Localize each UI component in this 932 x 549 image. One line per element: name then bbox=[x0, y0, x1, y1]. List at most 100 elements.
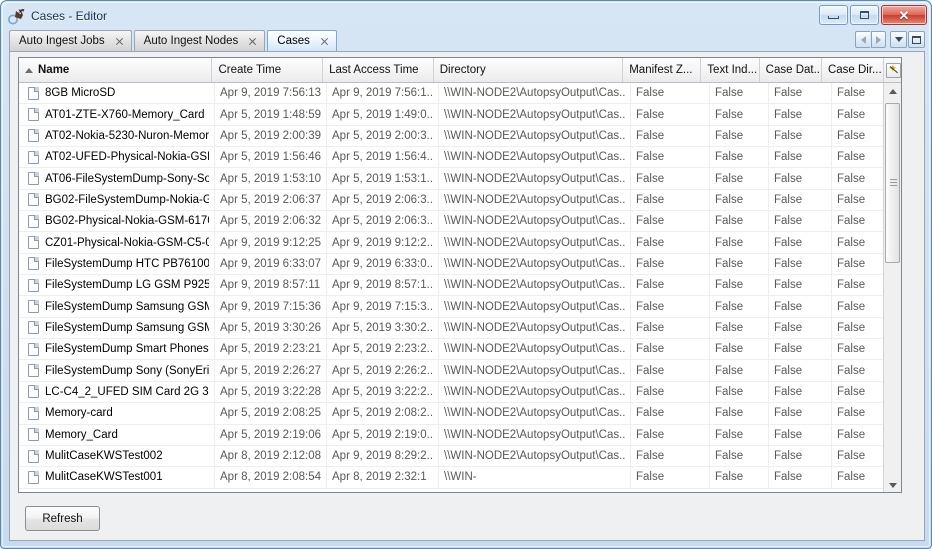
cell-manifest: False bbox=[631, 211, 710, 232]
vertical-scrollbar[interactable] bbox=[883, 83, 901, 493]
cell-text: False bbox=[837, 173, 865, 185]
table-row[interactable]: AT01-ZTE-X760-Memory_CardApr 5, 2019 1:4… bbox=[19, 104, 884, 125]
cell-text: False bbox=[715, 215, 743, 227]
cell-text: False bbox=[774, 471, 802, 483]
table-row[interactable]: FileSystemDump LG GSM P925g CApr 9, 2019… bbox=[19, 275, 884, 296]
table-row[interactable]: FileSystemDump Smart Phones PDApr 5, 201… bbox=[19, 339, 884, 360]
cell-text: False bbox=[715, 130, 743, 142]
scrollbar-thumb[interactable] bbox=[885, 103, 900, 263]
tab-cases[interactable]: Cases bbox=[267, 30, 337, 51]
tab-auto-ingest-jobs[interactable]: Auto Ingest Jobs bbox=[9, 30, 132, 51]
cell-text: MulitCaseKWSTest001 bbox=[45, 471, 163, 483]
cell-text: False bbox=[715, 301, 743, 313]
column-header-case-dir[interactable]: Case Dir... bbox=[822, 58, 884, 82]
cell-text: \\WIN-NODE2\AutopsyOutput\Cas... bbox=[444, 343, 625, 355]
cell-text: Apr 9, 2019 6:33:07... bbox=[220, 258, 321, 270]
cell-text: \\WIN-NODE2\AutopsyOutput\Cas... bbox=[444, 407, 625, 419]
scroll-down-button[interactable] bbox=[884, 477, 901, 493]
cell-text: LC-C4_2_UFED SIM Card 2G 3G S bbox=[45, 386, 209, 398]
cell-text: False bbox=[715, 429, 743, 441]
table-row[interactable]: BG02-FileSystemDump-Nokia-GSMApr 5, 2019… bbox=[19, 190, 884, 211]
chevron-right-icon bbox=[876, 36, 881, 44]
cell-name: AT06-FileSystemDump-Sony-Sony bbox=[19, 168, 215, 189]
column-chooser-button[interactable]: ✦ bbox=[884, 58, 902, 82]
cell-manifest: False bbox=[631, 168, 710, 189]
cell-text: False bbox=[837, 450, 865, 462]
table-row[interactable]: FileSystemDump Samsung GSM GApr 5, 2019 … bbox=[19, 318, 884, 339]
table-row[interactable]: 8GB MicroSDApr 9, 2019 7:56:13...Apr 9, … bbox=[19, 83, 884, 104]
tab-list-dropdown-button[interactable] bbox=[890, 31, 907, 48]
table-row[interactable]: AT02-Nokia-5230-Nuron-Memory_Apr 5, 2019… bbox=[19, 126, 884, 147]
cell-text: \\WIN-NODE2\AutopsyOutput\Cas... bbox=[444, 301, 625, 313]
table-row[interactable]: FileSystemDump Samsung GSM G Apr 9, 2019 … bbox=[19, 296, 884, 317]
cell-text: False bbox=[774, 322, 802, 334]
cell-text: False bbox=[636, 450, 664, 462]
cell-access: Apr 5, 2019 2:26:2... bbox=[327, 360, 439, 381]
close-icon[interactable] bbox=[248, 37, 257, 46]
cell-case-database: False bbox=[769, 424, 832, 445]
table-row[interactable]: Memory_CardApr 5, 2019 2:19:06...Apr 5, … bbox=[19, 425, 884, 446]
close-button[interactable]: ✕ bbox=[881, 5, 927, 25]
cell-name: FileSystemDump HTC PB76100 Le bbox=[19, 253, 215, 274]
cell-create: Apr 9, 2019 8:57:11... bbox=[215, 275, 327, 296]
close-icon[interactable] bbox=[320, 37, 329, 46]
column-header-text-ind[interactable]: Text Ind... bbox=[701, 58, 759, 82]
cell-text: FileSystemDump Samsung GSM G bbox=[45, 322, 209, 334]
cell-case-directory: False bbox=[832, 232, 884, 253]
cell-manifest: False bbox=[631, 360, 710, 381]
cell-case-database: False bbox=[769, 104, 832, 125]
table-row[interactable]: CZ01-Physical-Nokia-GSM-C5-03-Apr 9, 201… bbox=[19, 232, 884, 253]
refresh-button[interactable]: Refresh bbox=[25, 506, 100, 531]
table-row[interactable]: Memory-cardApr 5, 2019 2:08:25...Apr 5, … bbox=[19, 403, 884, 424]
cell-directory: \\WIN-NODE2\AutopsyOutput\Cas... bbox=[439, 360, 631, 381]
column-header-name[interactable]: Name bbox=[19, 58, 212, 82]
cell-manifest: False bbox=[631, 189, 710, 210]
cell-name: FileSystemDump Samsung GSM G bbox=[19, 296, 215, 317]
table-row[interactable]: MulitCaseKWSTest001Apr 8, 2019 2:08:54Ap… bbox=[19, 467, 884, 488]
cell-text: BG02-FileSystemDump-Nokia-GSM bbox=[45, 194, 209, 206]
cell-text: \\WIN-NODE2\AutopsyOutput\Cas... bbox=[444, 151, 625, 163]
scroll-tabs-left-button[interactable] bbox=[855, 31, 870, 48]
column-header-last-access-time[interactable]: Last Access Time bbox=[323, 58, 434, 82]
column-header-label: Manifest Z... bbox=[629, 64, 692, 76]
scroll-up-button[interactable] bbox=[884, 83, 901, 100]
column-header-case-dat[interactable]: Case Dat... bbox=[760, 58, 822, 82]
cell-name: AT02-Nokia-5230-Nuron-Memory_ bbox=[19, 125, 215, 146]
cell-text: False bbox=[715, 407, 743, 419]
table-row[interactable]: AT06-FileSystemDump-Sony-Sony Apr 5, 2019… bbox=[19, 168, 884, 189]
close-icon[interactable] bbox=[115, 37, 124, 46]
cell-text: False bbox=[715, 279, 743, 291]
table-row[interactable]: FileSystemDump Sony (SonyEricssApr 5, 20… bbox=[19, 360, 884, 381]
column-header-manifest-z[interactable]: Manifest Z... bbox=[623, 58, 701, 82]
maximize-button[interactable] bbox=[850, 5, 879, 25]
cell-case-directory: False bbox=[832, 125, 884, 146]
table-row[interactable]: FileSystemDump HTC PB76100 Le Apr 9, 2019… bbox=[19, 254, 884, 275]
tab-auto-ingest-nodes[interactable]: Auto Ingest Nodes bbox=[134, 30, 266, 51]
table-row[interactable]: AT02-UFED-Physical-Nokia-GSM-5Apr 5, 201… bbox=[19, 147, 884, 168]
cell-case-database: False bbox=[769, 403, 832, 424]
cell-text: False bbox=[715, 194, 743, 206]
cell-text: False bbox=[715, 365, 743, 377]
cell-access: Apr 9, 2019 9:12:2... bbox=[327, 232, 439, 253]
case-file-icon bbox=[28, 129, 39, 142]
column-header-create-time[interactable]: Create Time bbox=[212, 58, 323, 82]
table-row[interactable]: LC-C4_2_UFED SIM Card 2G 3G S Apr 5, 2019… bbox=[19, 382, 884, 403]
cell-case-database: False bbox=[769, 211, 832, 232]
cases-table: Name Create Time Last Access Time Direct… bbox=[18, 57, 902, 493]
cell-text: Apr 9, 2019 7:15:36... bbox=[220, 301, 321, 313]
case-file-icon bbox=[28, 321, 39, 334]
column-header-directory[interactable]: Directory bbox=[434, 58, 624, 82]
cell-text: Apr 5, 2019 1:53:10... bbox=[220, 173, 321, 185]
cell-access: Apr 5, 2019 3:22:2... bbox=[327, 381, 439, 402]
cell-text: False bbox=[715, 87, 743, 99]
minimize-button[interactable] bbox=[819, 5, 848, 25]
cell-text: Apr 5, 2019 2:06:3... bbox=[332, 215, 433, 227]
table-row[interactable]: BG02-Physical-Nokia-GSM-6170_2Apr 5, 201… bbox=[19, 211, 884, 232]
table-row[interactable]: MulitCaseKWSTest002Apr 8, 2019 2:12:08..… bbox=[19, 446, 884, 467]
cell-text: False bbox=[837, 258, 865, 270]
cell-text: FileSystemDump Samsung GSM G bbox=[45, 301, 209, 313]
scroll-tabs-right-button[interactable] bbox=[871, 31, 886, 48]
maximize-panel-button[interactable] bbox=[908, 31, 925, 48]
cell-text: False bbox=[774, 173, 802, 185]
cell-text: Apr 5, 2019 2:08:25... bbox=[220, 407, 321, 419]
